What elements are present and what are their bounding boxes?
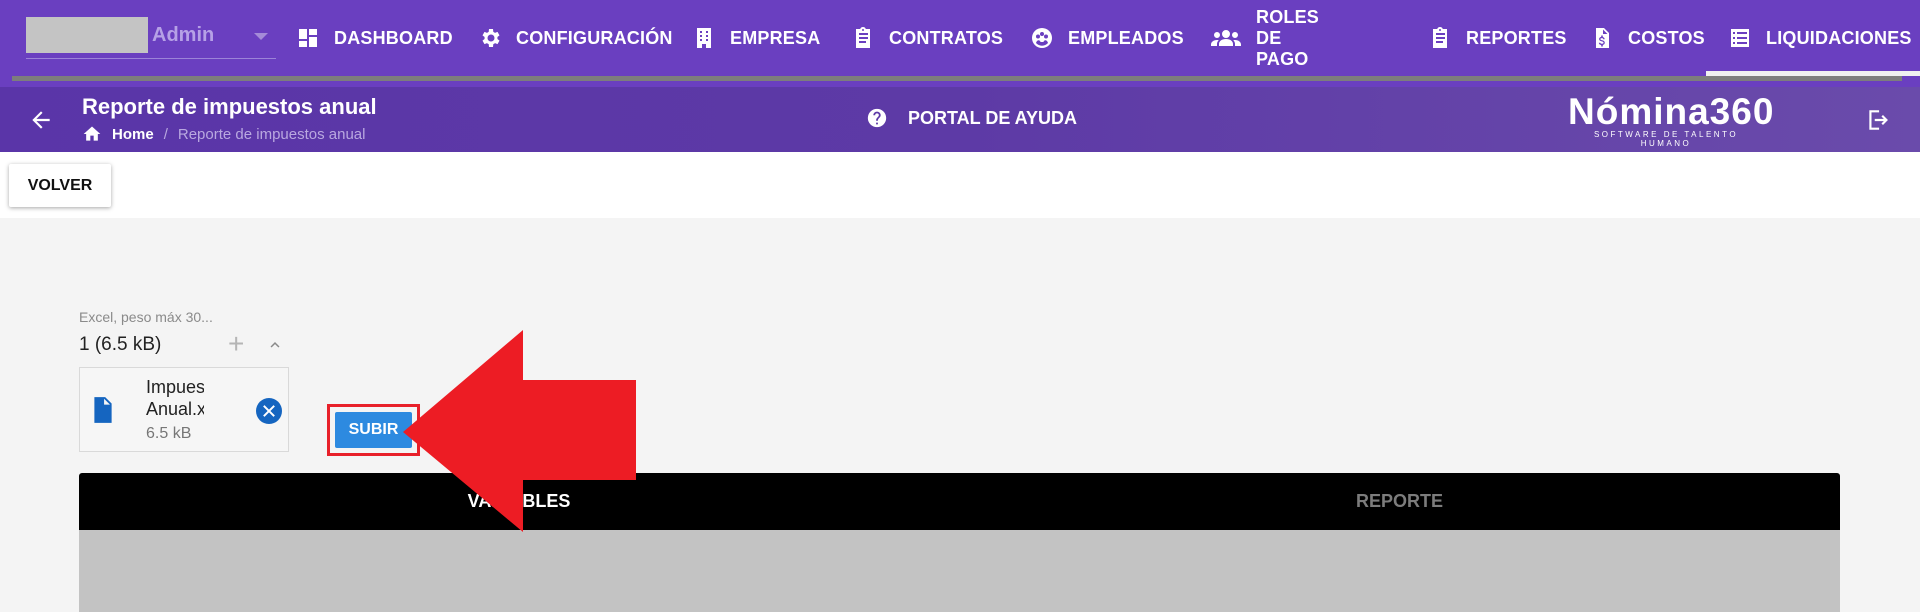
file-size: 6.5 kB [146,425,192,442]
breadcrumb: Home / Reporte de impuestos anual [82,124,365,144]
file-icon [90,396,116,424]
action-bar: VOLVER [0,152,1920,218]
breadcrumb-separator: / [163,125,168,143]
clipboard-icon [856,27,870,48]
remove-file-icon[interactable] [256,398,282,424]
nav-contratos-label: CONTRATOS [889,27,1004,48]
tab-reporte[interactable]: REPORTE [959,473,1840,530]
nav-liquidaciones[interactable]: LIQUIDACIONES [1706,0,1920,76]
back-arrow-icon[interactable] [28,107,54,133]
help-portal-link[interactable]: PORTAL DE AYUDA [866,107,1077,129]
tab-variables[interactable]: VARIABLES [79,473,959,530]
logout-icon[interactable] [1865,107,1891,133]
chevron-down-icon[interactable] [254,33,268,40]
group-icon [1211,30,1241,46]
nav-configuracion[interactable]: CONFIGURACIÓN [478,0,673,76]
loading-bar [12,76,1902,81]
nav-liquidaciones-label: LIQUIDACIONES [1766,27,1912,48]
uploaded-file-card: Impuesto Anual.xls 6.5 kB [79,367,289,452]
subir-highlight-frame: SUBIR [327,404,420,456]
file-name-line-2: Anual.xls [146,399,204,419]
help-circle-icon [867,108,887,128]
brand-name: Nómina360 [1568,91,1775,132]
nav-costos-label: COSTOS [1628,27,1705,48]
nav-dashboard[interactable]: DASHBOARD [296,0,453,76]
invoice-dollar-icon [1596,28,1609,48]
account-selector[interactable]: Admin [26,17,276,59]
people-circle-icon [1032,28,1052,48]
nav-roles-de-pago-label: ROLES DE PAGO [1256,6,1320,69]
nav-costos[interactable]: COSTOS [1590,0,1705,76]
top-navigation-bar: Admin DASHBOARD CONFIGURACIÓN EMPRESA CO… [0,0,1920,87]
chevron-up-icon[interactable] [266,336,284,354]
file-count: 1 (6.5 kB) [79,334,162,355]
gear-icon [482,29,500,47]
file-name: Impuesto Anual.xls [146,376,204,420]
nav-configuracion-label: CONFIGURACIÓN [516,27,673,48]
volver-button[interactable]: VOLVER [9,164,111,207]
tab-bar: VARIABLES REPORTE [79,473,1840,530]
nav-empleados[interactable]: EMPLEADOS [1030,0,1184,76]
breadcrumb-current: Reporte de impuestos anual [177,125,366,143]
file-name-line-1: Impuesto [146,377,204,397]
list-icon [1731,29,1749,47]
breadcrumb-home[interactable]: Home [112,126,154,143]
tab-content-panel [79,530,1840,612]
brand-logo: Nómina360 SOFTWARE DE TALENTO HUMANO [1568,91,1775,149]
account-name: Admin [152,24,215,46]
brand-tagline: SOFTWARE DE TALENTO HUMANO [1593,130,1739,148]
nav-empleados-label: EMPLEADOS [1068,27,1184,48]
add-file-icon[interactable]: + [228,330,244,358]
nav-contratos[interactable]: CONTRATOS [851,0,1003,76]
page-title: Reporte de impuestos anual [82,94,377,119]
building-icon [697,28,711,48]
redacted-account-field [26,17,148,53]
nav-empresa[interactable]: EMPRESA [692,0,820,76]
page-header: Reporte de impuestos anual Home / Report… [0,87,1920,152]
clipboard-list-icon [1433,27,1447,48]
nav-reportes-label: REPORTES [1466,27,1567,48]
nav-roles-de-pago[interactable]: ROLES DE PAGO [1210,0,1319,76]
subir-button[interactable]: SUBIR [335,412,412,448]
nav-dashboard-label: DASHBOARD [334,27,453,48]
help-portal-label: PORTAL DE AYUDA [908,107,1078,128]
nav-empresa-label: EMPRESA [730,27,821,48]
home-icon [83,126,101,141]
upload-hint: Excel, peso máx 30... [79,309,213,325]
nav-reportes[interactable]: REPORTES [1428,0,1567,76]
dashboard-icon [299,29,317,47]
